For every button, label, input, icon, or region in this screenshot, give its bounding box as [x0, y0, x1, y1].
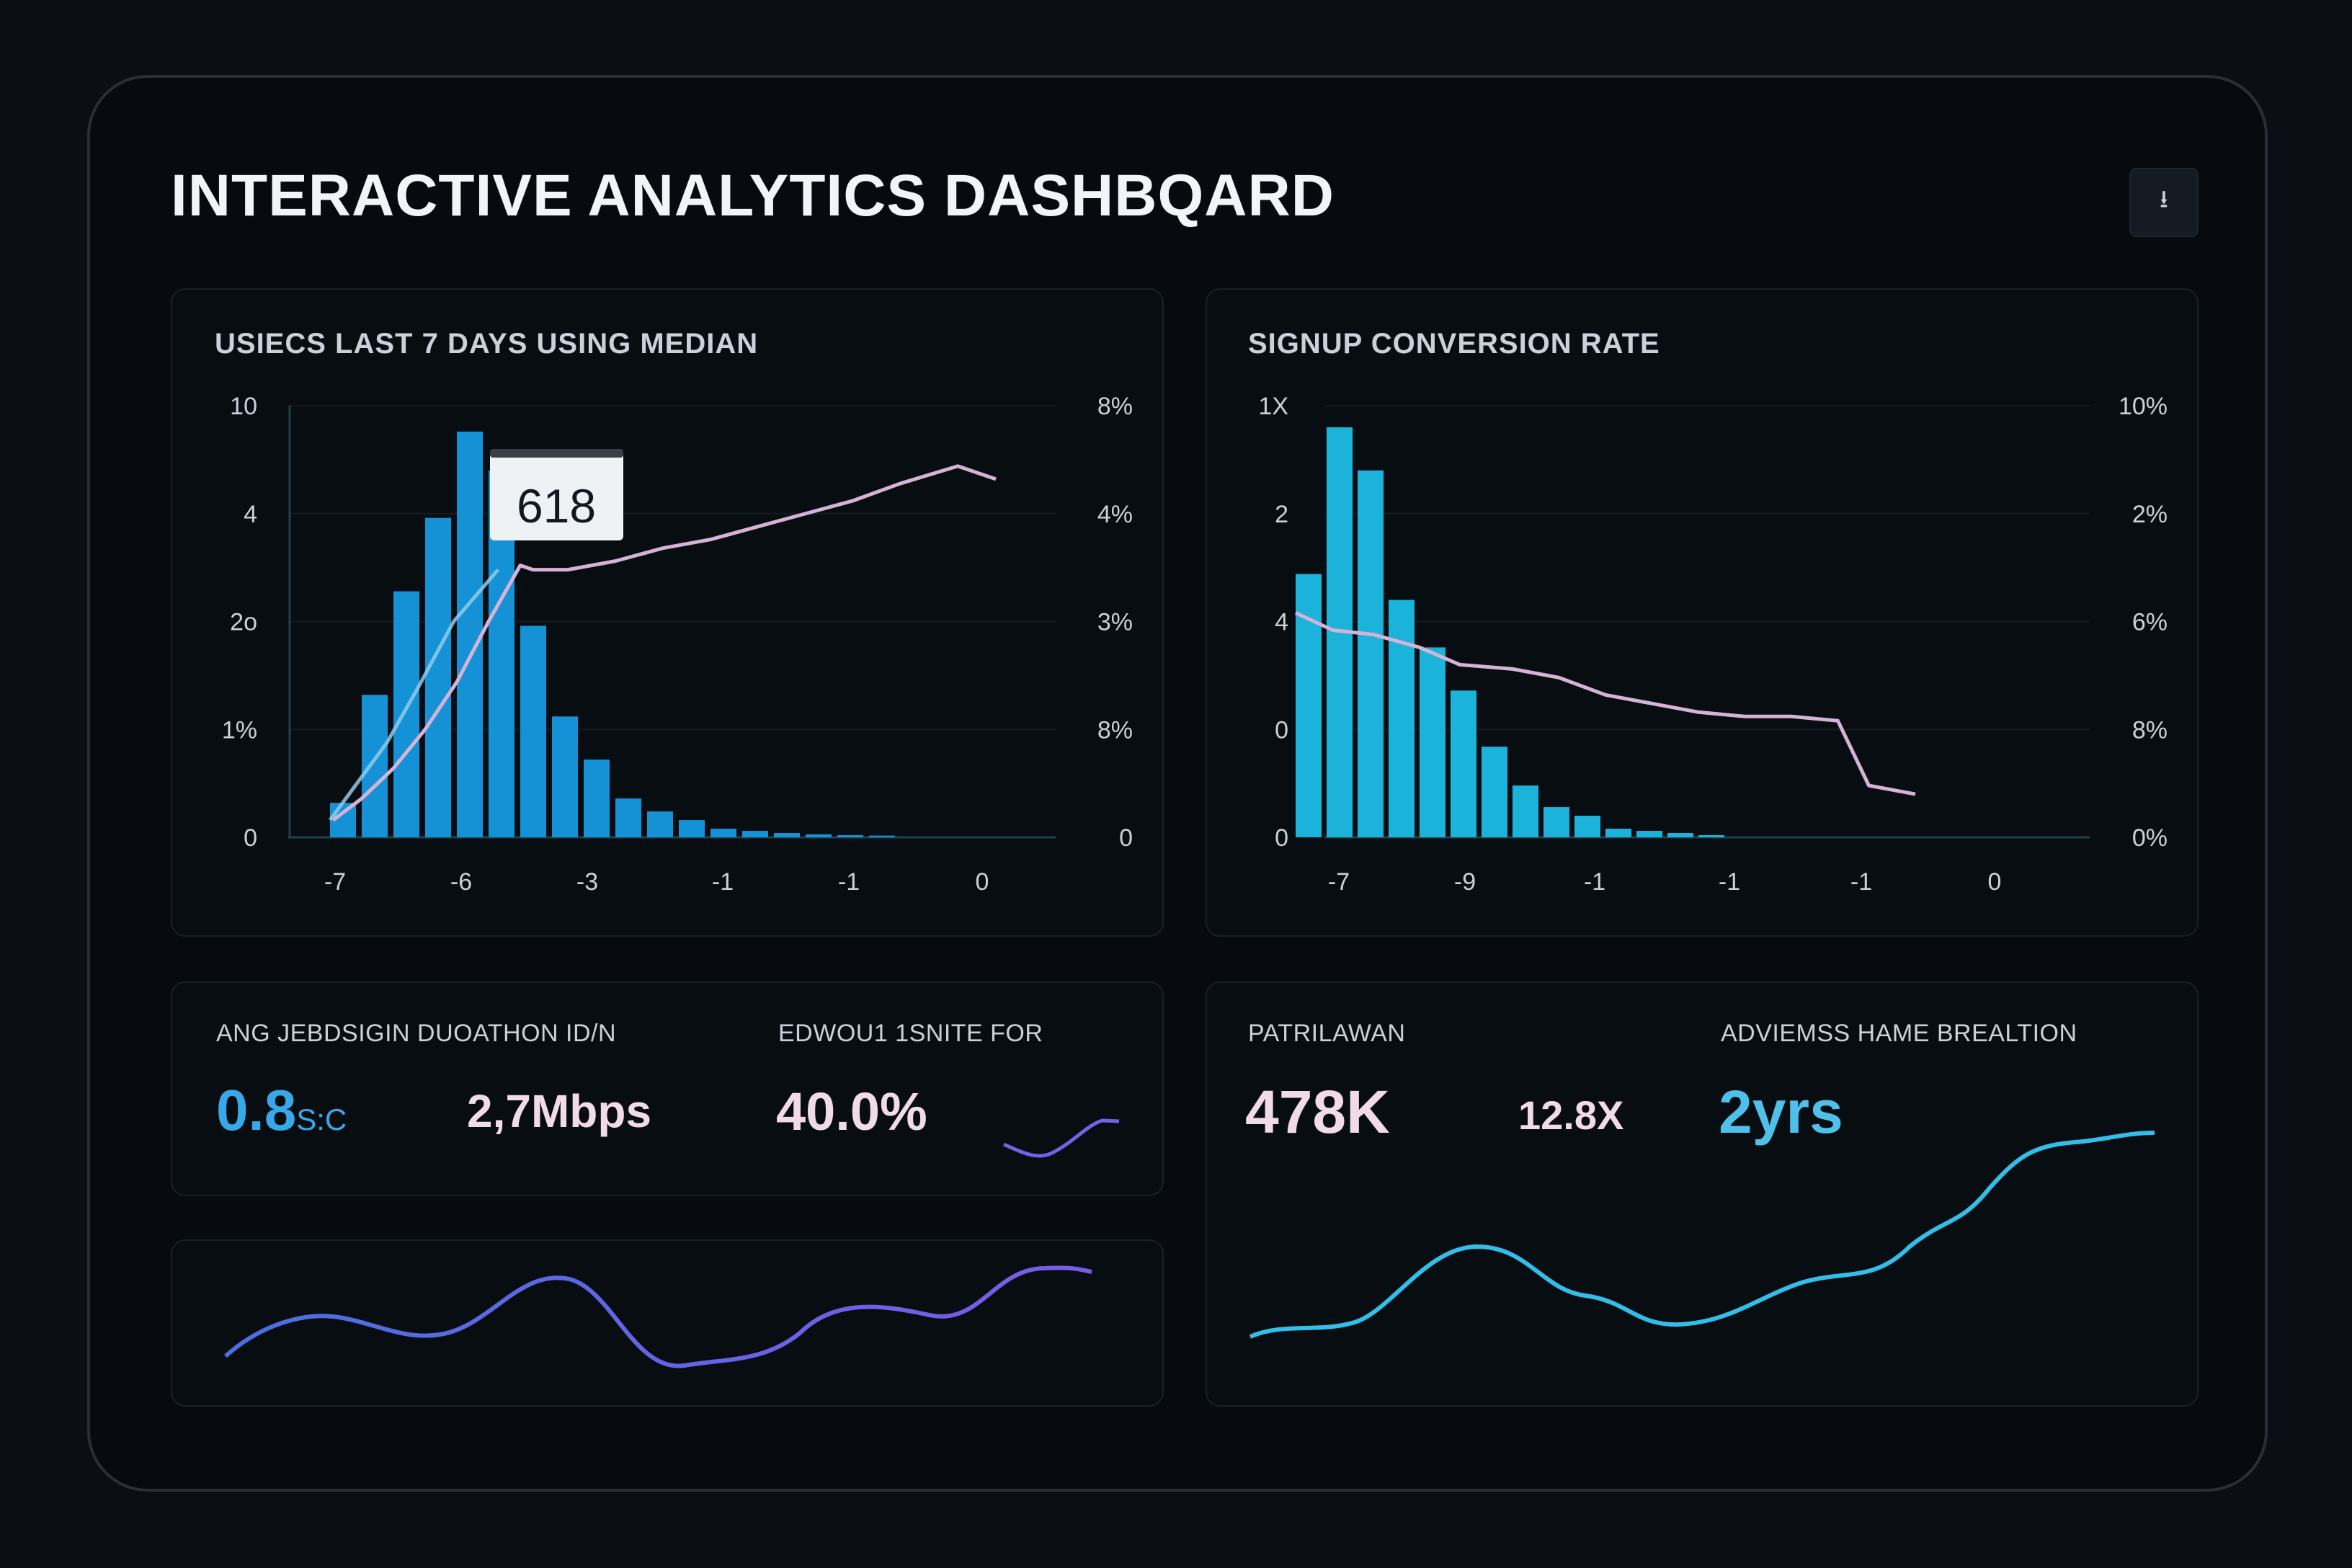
sparkline-right-path	[1249, 1131, 2155, 1339]
sparkline-right	[1249, 1131, 2155, 1339]
